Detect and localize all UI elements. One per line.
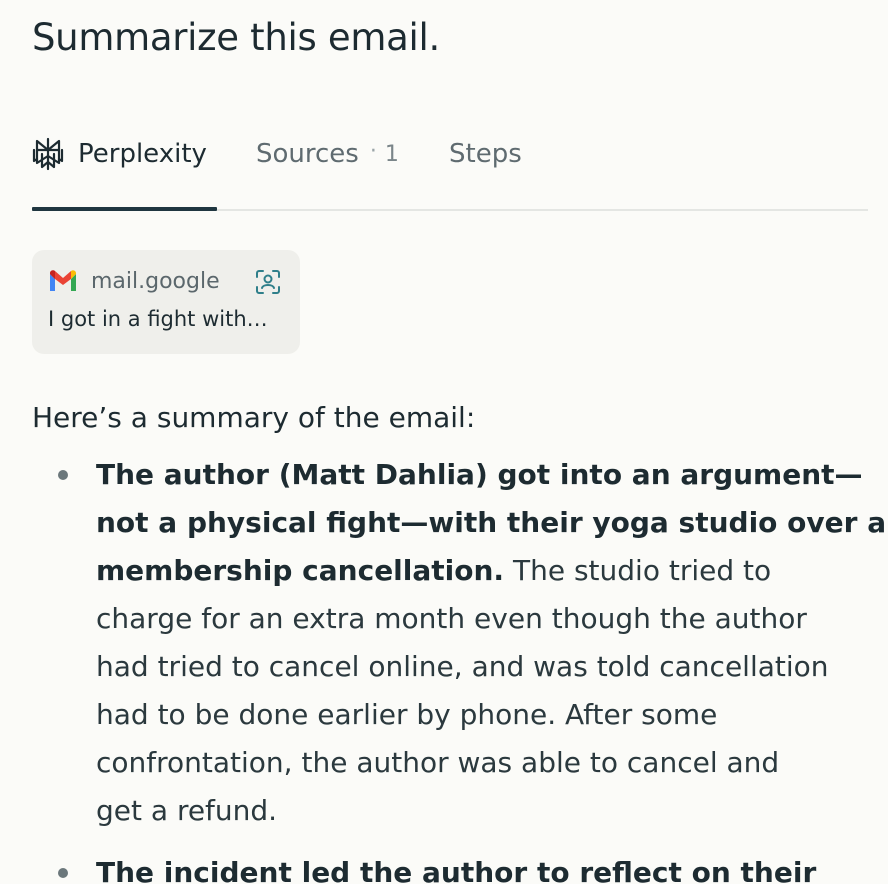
bullet-line: The author (Matt Dahlia) got into an arg… bbox=[96, 451, 868, 499]
answer-intro: Here’s a summary of the email: bbox=[32, 401, 476, 434]
bullet-bold-text: The author (Matt Dahlia) got into an arg… bbox=[96, 458, 863, 491]
tab-steps[interactable]: Steps bbox=[449, 130, 522, 209]
bullet-bold-text: The incident led the author to reflect o… bbox=[96, 856, 817, 884]
summary-bullet: The author (Matt Dahlia) got into an arg… bbox=[58, 451, 886, 835]
bullet-line: The incident led the author to reflect o… bbox=[96, 849, 868, 884]
bullet-line: not a physical fight—with their yoga stu… bbox=[96, 499, 886, 547]
result-tabs: Perplexity Sources · 1 Steps bbox=[32, 130, 868, 211]
active-tab-indicator bbox=[32, 207, 217, 211]
source-header: mail.google bbox=[48, 267, 284, 295]
source-domain: mail.google bbox=[91, 268, 220, 294]
answer-page: Summarize this email. Perplexity Sources bbox=[0, 0, 888, 884]
tab-perplexity[interactable]: Perplexity bbox=[32, 130, 217, 211]
query-title: Summarize this email. bbox=[32, 16, 440, 59]
answer-body: Here’s a summary of the email: The autho… bbox=[32, 394, 886, 884]
summary-bullet: The incident led the author to reflect o… bbox=[58, 849, 868, 884]
bullet-bold-text: membership cancellation. bbox=[96, 554, 505, 587]
gmail-icon bbox=[50, 270, 76, 291]
bullet-line: confrontation, the author was able to ca… bbox=[96, 746, 780, 779]
source-title: I got in a fight with… bbox=[48, 307, 268, 331]
bullet-line: membership cancellation. The studio trie… bbox=[96, 547, 868, 595]
screen-capture-icon[interactable] bbox=[254, 268, 282, 296]
tab-sources-label: Sources bbox=[256, 139, 359, 169]
tab-sources[interactable]: Sources · 1 bbox=[256, 130, 399, 209]
bullet-bold-text: not a physical fight—with their yoga stu… bbox=[96, 506, 887, 539]
tab-perplexity-label: Perplexity bbox=[78, 139, 207, 169]
bullet-line: charge for an extra month even though th… bbox=[96, 602, 807, 635]
bullet-line: had to be done earlier by phone. After s… bbox=[96, 698, 718, 731]
perplexity-logo-icon bbox=[32, 137, 64, 171]
tab-sources-count: 1 bbox=[384, 142, 399, 167]
source-card[interactable]: mail.google I got in a fight with… bbox=[32, 250, 300, 354]
tab-sources-separator: · bbox=[369, 139, 377, 164]
bullet-line: had tried to cancel online, and was told… bbox=[96, 650, 829, 683]
bullet-line: get a refund. bbox=[96, 794, 278, 827]
tab-steps-label: Steps bbox=[449, 139, 522, 169]
summary-list: The author (Matt Dahlia) got into an arg… bbox=[32, 451, 886, 884]
bullet-text: The studio tried to bbox=[504, 554, 772, 587]
